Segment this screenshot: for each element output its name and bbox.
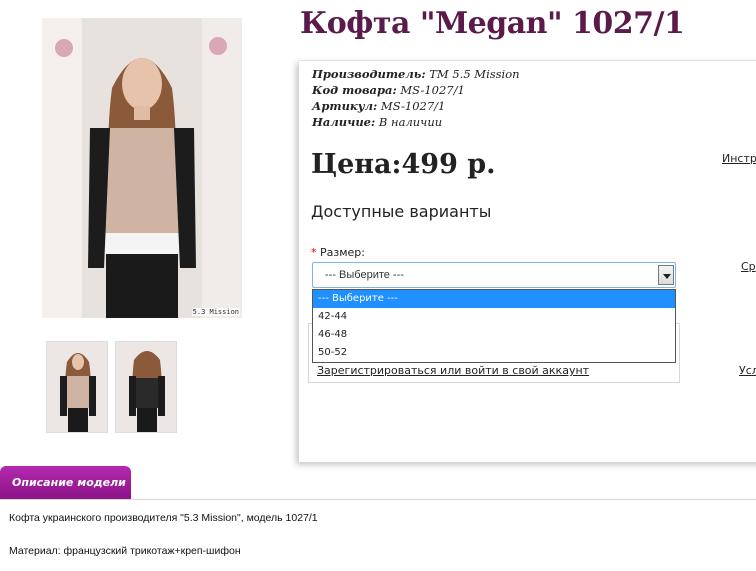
- variants-heading: Доступные варианты: [311, 202, 492, 221]
- side-link-terms[interactable]: Ср: [741, 260, 756, 273]
- spec-code-value: MS-1027/1: [400, 83, 465, 97]
- description-line: Материал: французский трикотаж+креп-шифо…: [9, 545, 241, 557]
- spec-availability: Наличие: В наличии: [312, 114, 520, 130]
- product-specs: Производитель: ТМ 5.5 Mission Код товара…: [312, 66, 520, 130]
- product-title: Кофта "Megan" 1027/1: [300, 6, 685, 41]
- thumbnail-back-image: [116, 342, 176, 432]
- product-thumbnail-1[interactable]: [46, 341, 108, 433]
- model-photo-illustration: [42, 18, 242, 318]
- product-info-panel: Производитель: ТМ 5.5 Mission Код товара…: [299, 60, 756, 462]
- side-link-conditions[interactable]: Усл: [739, 364, 756, 377]
- size-dropdown-list: --- Выберите --- 42-44 46-48 50-52: [312, 289, 676, 363]
- photo-watermark: 5.3 Mission: [191, 308, 240, 316]
- spec-manufacturer-value: ТМ 5.5 Mission: [429, 67, 520, 81]
- spec-manufacturer-label: Производитель:: [312, 67, 426, 81]
- size-select-value: --- Выберите ---: [325, 269, 404, 281]
- size-label: * Размер:: [311, 246, 365, 259]
- product-main-image[interactable]: 5.3 Mission: [42, 18, 242, 318]
- product-thumbnail-2[interactable]: [115, 341, 177, 433]
- size-option[interactable]: 42-44: [313, 308, 675, 326]
- spec-code-label: Код товара:: [312, 83, 397, 97]
- size-label-text: Размер:: [320, 246, 365, 259]
- spec-article-value: MS-1027/1: [380, 99, 446, 113]
- size-option[interactable]: 46-48: [313, 326, 675, 344]
- tab-description-label: Описание модели: [12, 476, 126, 489]
- chevron-down-icon[interactable]: [658, 265, 674, 285]
- spec-article-label: Артикул:: [312, 99, 378, 113]
- product-price: Цена:499 р.: [311, 149, 496, 180]
- size-option[interactable]: --- Выберите ---: [313, 290, 675, 308]
- spec-manufacturer: Производитель: ТМ 5.5 Mission: [312, 66, 520, 82]
- spec-availability-label: Наличие:: [312, 115, 376, 129]
- register-login-link[interactable]: Зарегистрироваться или войти в свой акка…: [317, 364, 589, 377]
- size-option[interactable]: 50-52: [313, 344, 675, 362]
- spec-availability-value: В наличии: [378, 115, 443, 129]
- thumbnail-front-image: [47, 342, 107, 432]
- size-select[interactable]: --- Выберите ---: [312, 262, 676, 288]
- description-line: Кофта украинского производителя "5.3 Mis…: [9, 512, 318, 524]
- spec-article: Артикул: MS-1027/1: [312, 98, 520, 114]
- side-link-instructions[interactable]: Инстр: [722, 152, 756, 165]
- spec-code: Код товара: MS-1027/1: [312, 82, 520, 98]
- tab-description[interactable]: Описание модели: [0, 466, 131, 500]
- required-marker: *: [311, 246, 317, 259]
- description-content: Кофта украинского производителя "5.3 Mis…: [0, 499, 756, 571]
